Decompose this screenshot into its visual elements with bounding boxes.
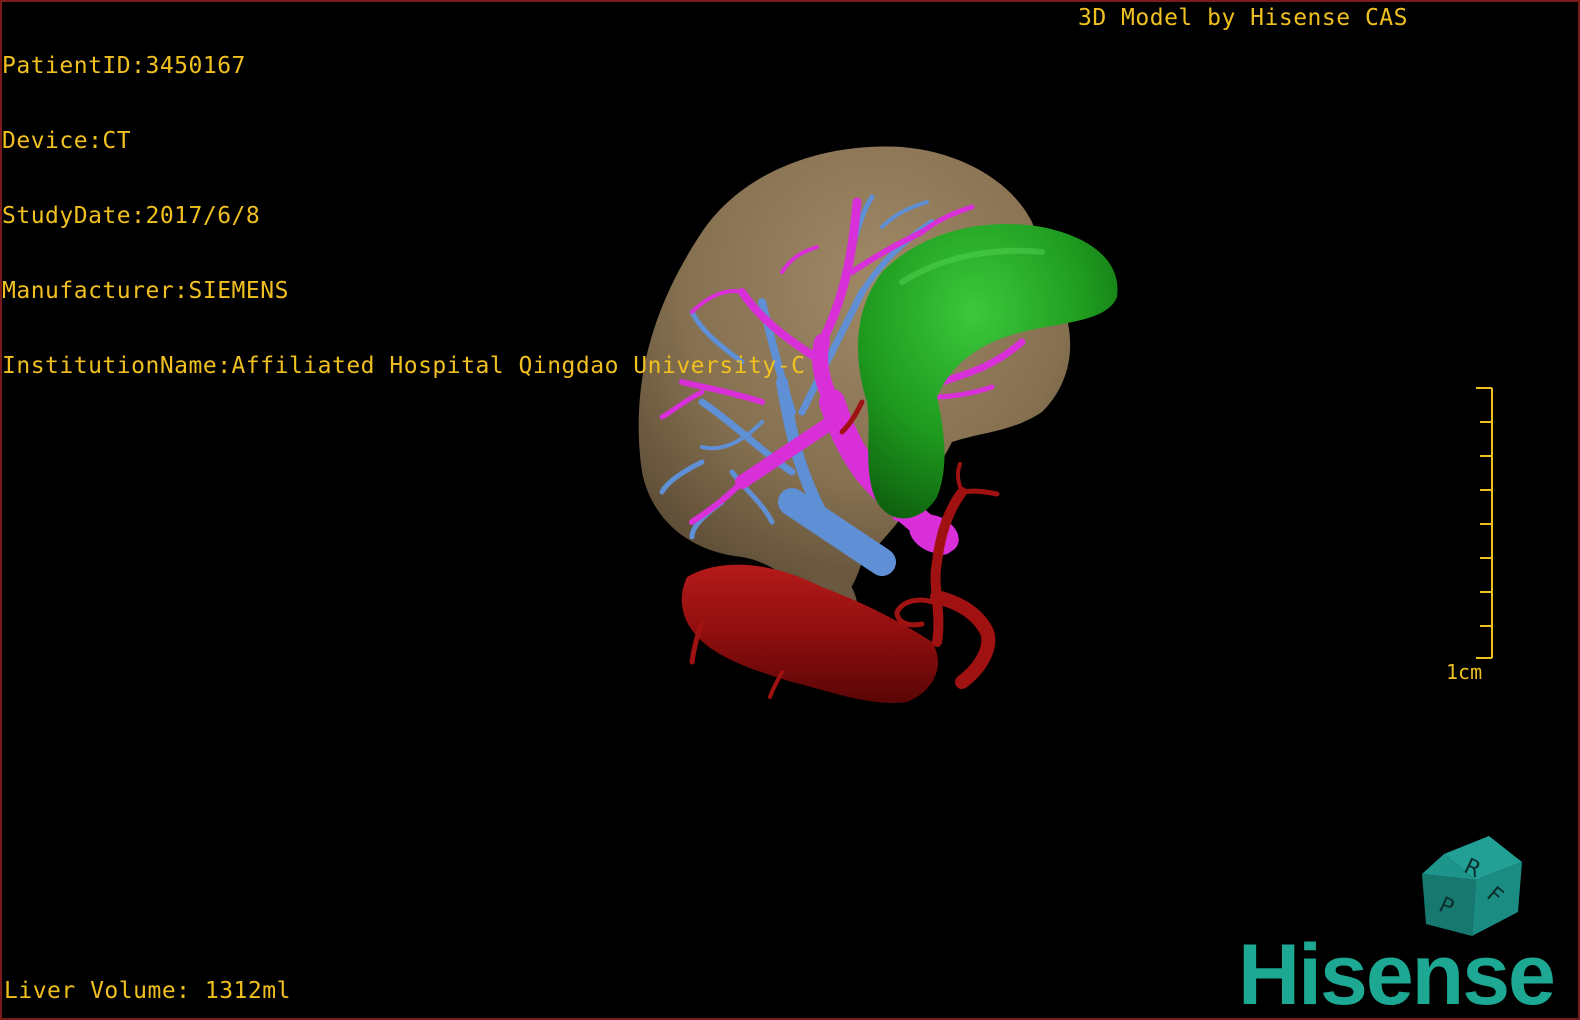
3d-render-viewport[interactable]: PatientID:3450167 Device:CT StudyDate:20…: [0, 0, 1580, 1020]
scale-ruler-icon: [1476, 387, 1493, 659]
manufacturer: Manufacturer:SIEMENS: [2, 278, 289, 304]
liver-volume-readout: Liver Volume: 1312ml: [4, 978, 291, 1004]
patient-id: PatientID:3450167: [2, 53, 246, 79]
institution-name: InstitutionName:Affiliated Hospital Qing…: [2, 353, 806, 379]
hisense-logo: Hisense: [1238, 927, 1556, 1020]
study-date: StudyDate:2017/6/8: [2, 203, 261, 229]
model-credit: 3D Model by Hisense CAS: [1078, 5, 1408, 31]
device: Device:CT: [2, 128, 132, 154]
dicom-info-panel: PatientID:3450167 Device:CT StudyDate:20…: [2, 4, 805, 429]
scale-label: 1cm: [1446, 660, 1483, 684]
